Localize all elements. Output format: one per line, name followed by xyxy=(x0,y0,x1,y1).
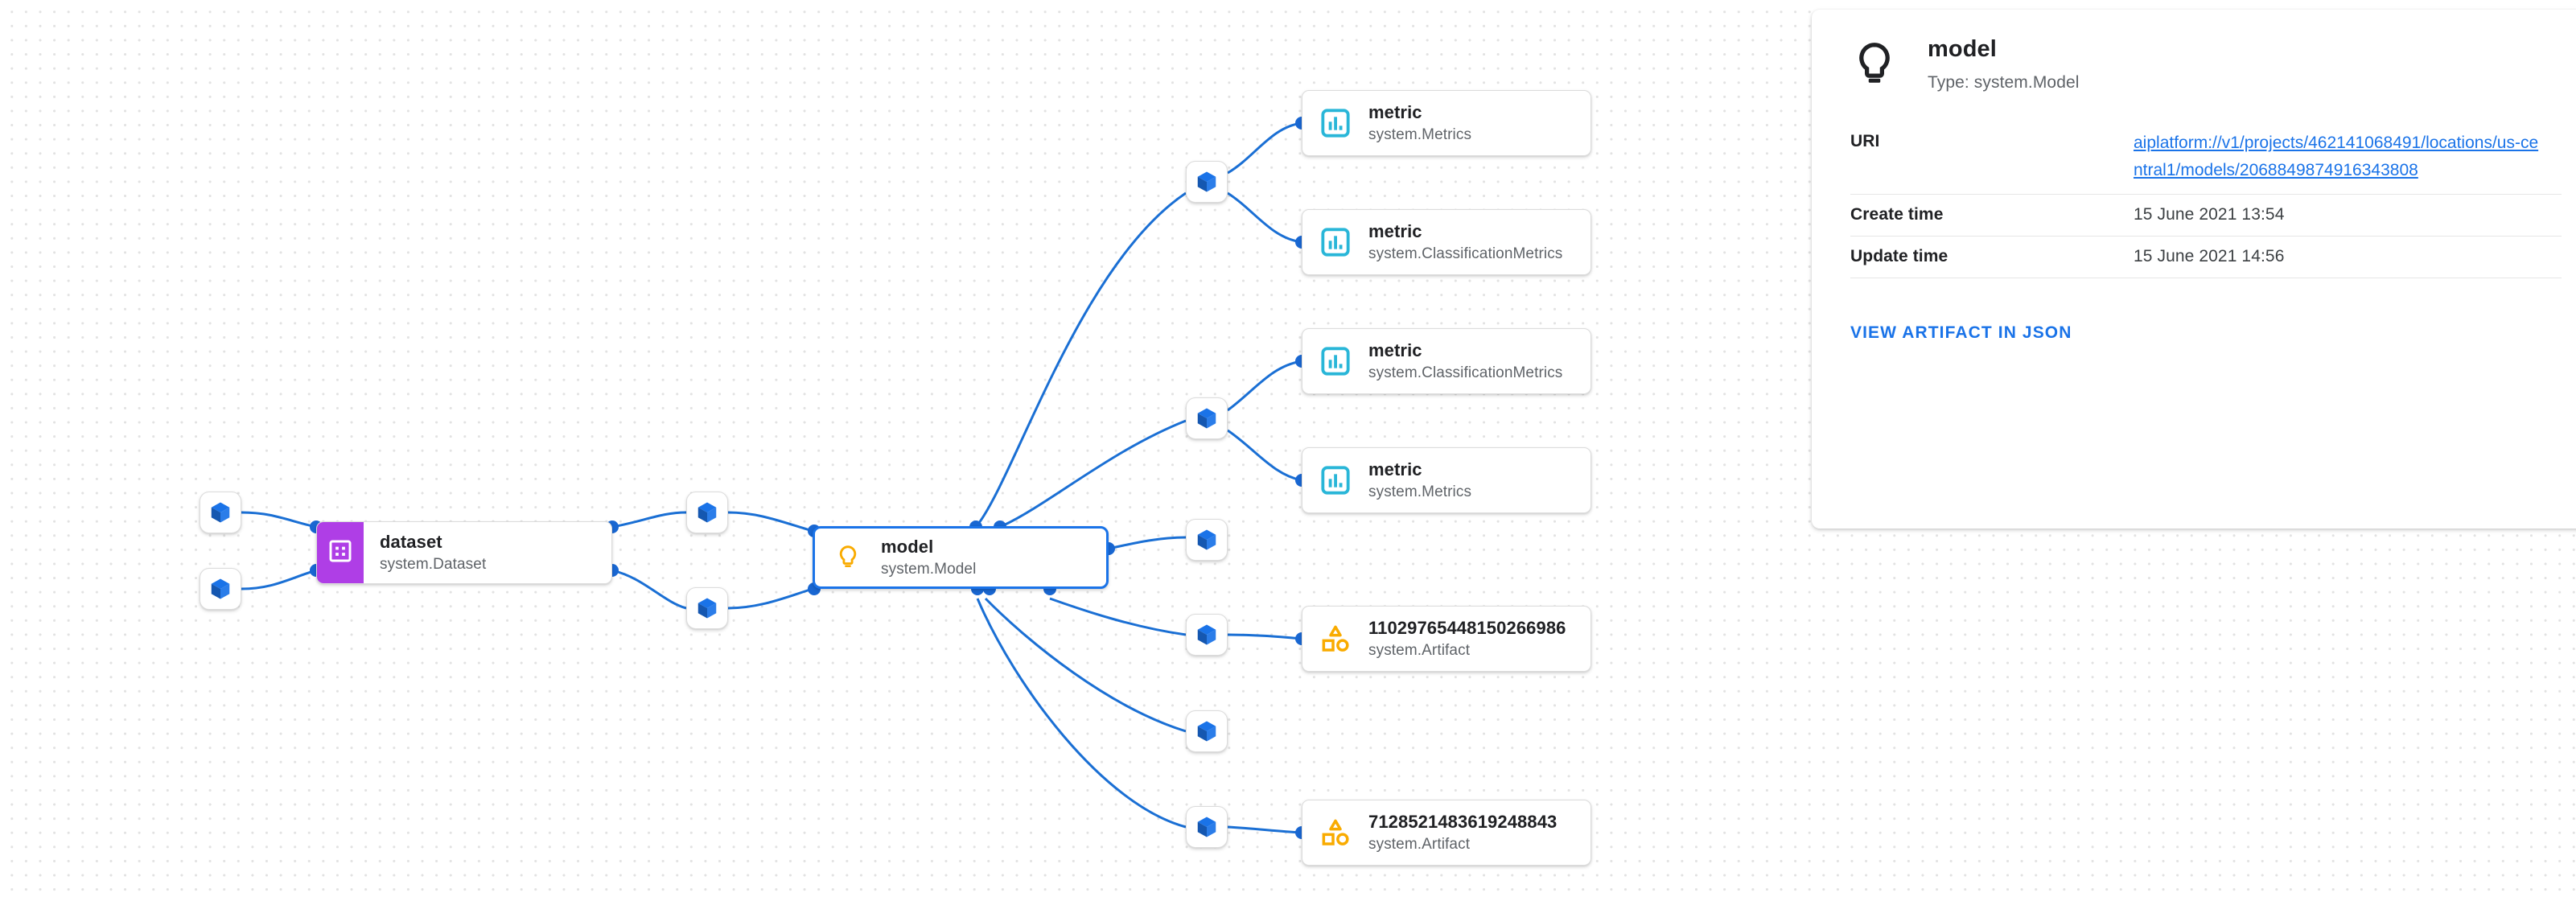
panel-title: model xyxy=(1928,36,1997,62)
cube-icon xyxy=(1195,719,1219,743)
row-label: Create time xyxy=(1850,204,1944,224)
node-subtitle: system.ClassificationMetrics xyxy=(1368,245,1563,262)
node-title: metric xyxy=(1368,339,1422,360)
node-title: metric xyxy=(1368,101,1422,122)
node-title: 7128521483619248843 xyxy=(1368,811,1558,832)
cube-icon xyxy=(1195,528,1219,552)
bar-chart-icon xyxy=(1317,462,1354,499)
node-subtitle: system.ClassificationMetrics xyxy=(1368,364,1563,381)
lightbulb-icon xyxy=(829,539,866,576)
details-row-create-time: Create time 15 June 2021 13:54 xyxy=(1850,195,2562,237)
node-subtitle: system.Metrics xyxy=(1368,483,1472,500)
shapes-icon xyxy=(1317,620,1354,657)
node-title: 11029765448150266986 xyxy=(1368,617,1566,638)
row-value: 15 June 2021 13:54 xyxy=(2134,204,2285,224)
dataset-icon-panel xyxy=(317,522,364,583)
node-title: metric xyxy=(1368,459,1422,479)
metric-node[interactable]: metric system.ClassificationMetrics xyxy=(1302,209,1591,275)
panel-type-line: Type: system.Model xyxy=(1928,72,2080,92)
metric-node[interactable]: metric system.Metrics xyxy=(1302,447,1591,513)
execution-node[interactable] xyxy=(1186,519,1228,561)
cube-icon xyxy=(695,500,719,525)
metric-node[interactable]: metric system.Metrics xyxy=(1302,90,1591,156)
node-subtitle: system.Metrics xyxy=(1368,125,1472,143)
node-title: metric xyxy=(1368,220,1422,241)
execution-node[interactable] xyxy=(1186,161,1228,203)
shapes-icon xyxy=(1317,814,1354,851)
cube-icon xyxy=(208,500,232,525)
dataset-grid-icon xyxy=(327,538,353,568)
metric-node[interactable]: metric system.ClassificationMetrics xyxy=(1302,328,1591,394)
execution-node[interactable] xyxy=(1186,614,1228,656)
artifact-node[interactable]: 7128521483619248843 system.Artifact xyxy=(1302,800,1591,866)
bar-chart-icon xyxy=(1317,224,1354,261)
execution-node[interactable] xyxy=(1186,397,1228,439)
cube-icon xyxy=(695,596,719,620)
cube-icon xyxy=(1195,170,1219,194)
node-subtitle: system.Model xyxy=(881,560,977,578)
cube-icon xyxy=(1195,815,1219,839)
view-artifact-in-json-button[interactable]: VIEW ARTIFACT IN JSON xyxy=(1850,323,2072,343)
bar-chart-icon xyxy=(1317,343,1354,380)
panel-header: model Type: system.Model xyxy=(1812,10,2576,93)
row-label: URI xyxy=(1850,131,1880,150)
node-subtitle: system.Artifact xyxy=(1368,641,1471,659)
row-label: Update time xyxy=(1850,246,1948,265)
details-row-uri: URI aiplatform://v1/projects/46214106849… xyxy=(1850,125,2562,195)
node-subtitle: system.Dataset xyxy=(380,555,487,573)
artifact-node[interactable]: 11029765448150266986 system.Artifact xyxy=(1302,606,1591,672)
artifact-details-panel: model Type: system.Model URI aiplatform:… xyxy=(1812,10,2576,529)
dataset-node[interactable]: dataset system.Dataset xyxy=(316,521,612,584)
execution-node[interactable] xyxy=(686,587,728,629)
cube-icon xyxy=(1195,406,1219,430)
node-title: model xyxy=(881,536,934,557)
details-table: URI aiplatform://v1/projects/46214106849… xyxy=(1850,125,2562,278)
row-value: 15 June 2021 14:56 xyxy=(2134,246,2285,265)
cube-icon xyxy=(208,577,232,601)
details-row-update-time: Update time 15 June 2021 14:56 xyxy=(1850,237,2562,278)
cube-icon xyxy=(1195,623,1219,647)
model-node-selected[interactable]: model system.Model xyxy=(813,526,1109,589)
lightbulb-icon xyxy=(1850,40,1899,88)
node-title: dataset xyxy=(380,531,442,552)
execution-node[interactable] xyxy=(686,492,728,533)
node-subtitle: system.Artifact xyxy=(1368,835,1471,853)
uri-link[interactable]: aiplatform://v1/projects/462141068491/lo… xyxy=(2134,130,2544,184)
bar-chart-icon xyxy=(1317,105,1354,142)
execution-node[interactable] xyxy=(200,568,241,610)
execution-node[interactable] xyxy=(1186,806,1228,848)
execution-node[interactable] xyxy=(1186,710,1228,752)
execution-node[interactable] xyxy=(200,492,241,533)
